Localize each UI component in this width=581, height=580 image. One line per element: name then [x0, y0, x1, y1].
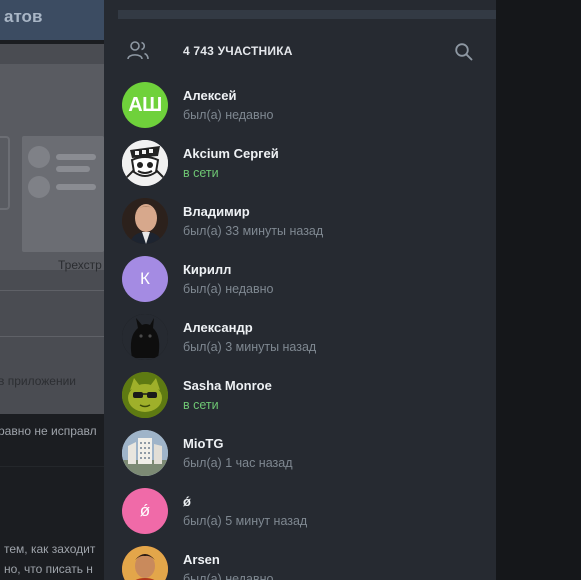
member-name: Sasha Monroe — [183, 378, 272, 393]
background-divider — [0, 290, 104, 291]
members-count: 4 743 УЧАСТНИКА — [183, 44, 293, 58]
avatar-image — [122, 372, 168, 418]
avatar-initials: ǿ — [139, 501, 151, 520]
background-header-title: атов — [4, 7, 43, 26]
member-row[interactable]: К Кирилл был(а) недавно — [104, 256, 496, 314]
member-status: в сети — [183, 398, 219, 412]
background-picture — [22, 136, 104, 252]
background-divider — [0, 466, 104, 467]
avatar — [122, 140, 168, 186]
people-icon — [127, 41, 149, 60]
avatar-image — [122, 314, 168, 360]
background-card: Трехстр в приложении — [0, 44, 104, 414]
member-row[interactable]: Sasha Monroe в сети — [104, 372, 496, 430]
background-bottom-text: тем, как заходит — [4, 542, 96, 556]
background-header: атов — [0, 0, 104, 40]
members-header: 4 743 УЧАСТНИКА — [104, 30, 496, 72]
avatar: ǿ — [122, 488, 168, 534]
background-lower-text: равно не исправл — [0, 424, 97, 438]
avatar — [122, 546, 168, 580]
member-status: был(а) 33 минуты назад — [183, 224, 324, 238]
avatar-image — [122, 546, 168, 580]
background-circle — [28, 176, 50, 198]
member-row[interactable]: АШ Алексей был(а) недавно — [104, 82, 496, 140]
member-row[interactable]: Александр был(а) 3 минуты назад — [104, 314, 496, 372]
member-name: Кирилл — [183, 262, 232, 277]
background-card-inner: Трехстр — [0, 64, 104, 272]
background-card-caption: Трехстр — [58, 258, 102, 272]
background-divider — [0, 336, 104, 337]
member-name: Arsen — [183, 552, 220, 567]
member-row[interactable]: Arsen был(а) недавно — [104, 546, 496, 580]
members-panel: 4 743 УЧАСТНИКА АШ Алексей был(а) недавн… — [104, 0, 496, 580]
avatar: АШ — [122, 82, 168, 128]
member-name: Владимир — [183, 204, 250, 219]
avatar — [122, 430, 168, 476]
background-line — [56, 166, 90, 172]
member-row[interactable]: MioTG был(а) 1 час назад — [104, 430, 496, 488]
member-status: был(а) недавно — [183, 282, 274, 296]
avatar — [122, 372, 168, 418]
avatar: К — [122, 256, 168, 302]
member-name: Akcium Сергей — [183, 146, 279, 161]
search-icon[interactable] — [454, 42, 474, 62]
avatar — [122, 198, 168, 244]
member-name: ǿ — [183, 494, 191, 509]
avatar-image — [122, 198, 168, 244]
background-bottom-text: но, что писать н — [4, 562, 93, 576]
member-status: был(а) недавно — [183, 572, 274, 580]
member-name: Алексей — [183, 88, 237, 103]
panel-top-bar — [118, 10, 496, 19]
member-status: был(а) 3 минуты назад — [183, 340, 317, 354]
avatar — [122, 314, 168, 360]
member-status: в сети — [183, 166, 219, 180]
member-status: был(а) 1 час назад — [183, 456, 293, 470]
background-line — [56, 184, 96, 190]
member-row[interactable]: ǿ ǿ был(а) 5 минут назад — [104, 488, 496, 546]
background-circle — [28, 146, 50, 168]
background-mid-text: в приложении — [0, 374, 76, 388]
member-name: Александр — [183, 320, 253, 335]
avatar-image — [122, 140, 168, 186]
avatar-image — [122, 430, 168, 476]
right-backdrop — [496, 0, 581, 580]
member-row[interactable]: Владимир был(а) 33 минуты назад — [104, 198, 496, 256]
avatar-initials: К — [140, 269, 150, 288]
member-name: MioTG — [183, 436, 224, 451]
background-thumb — [0, 136, 10, 210]
background-line — [56, 154, 96, 160]
background-app: атов Трехстр в приложении равно не испра… — [0, 0, 104, 580]
member-status: был(а) недавно — [183, 108, 274, 122]
avatar-initials: АШ — [128, 93, 162, 116]
member-status: был(а) 5 минут назад — [183, 514, 308, 528]
member-row[interactable]: Akcium Сергей в сети — [104, 140, 496, 198]
